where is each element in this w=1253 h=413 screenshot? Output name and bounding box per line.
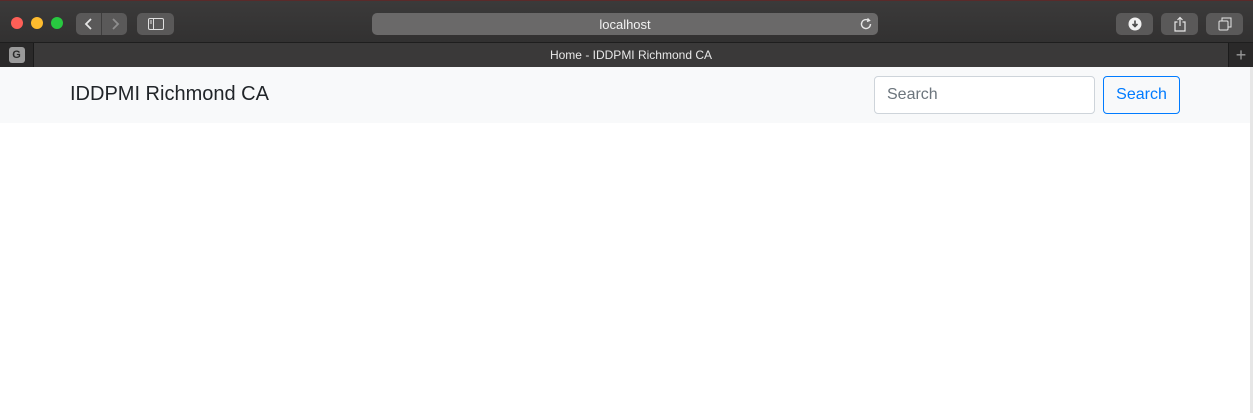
site-navbar: IDDPMI Richmond CA Search xyxy=(0,67,1253,123)
share-icon xyxy=(1173,16,1186,32)
share-button[interactable] xyxy=(1161,13,1198,35)
plus-icon: + xyxy=(1235,44,1247,65)
reload-icon[interactable] xyxy=(858,16,874,32)
close-window-button[interactable] xyxy=(11,17,23,29)
tab-title: Home - IDDPMI Richmond CA xyxy=(549,48,713,62)
sidebar-toggle-button[interactable] xyxy=(137,13,174,35)
download-icon xyxy=(1128,17,1141,31)
chevron-left-icon xyxy=(84,18,92,30)
pinned-tab-favicon: G xyxy=(8,47,25,63)
address-text: localhost xyxy=(599,16,651,32)
search-input[interactable] xyxy=(874,76,1095,114)
tabs-overview-icon xyxy=(1218,17,1231,31)
browser-titlebar: localhost xyxy=(0,0,1253,42)
address-bar[interactable]: localhost xyxy=(372,13,878,35)
tab-bar: G Home - IDDPMI Richmond CA + xyxy=(0,42,1253,67)
downloads-button[interactable] xyxy=(1116,13,1153,35)
tab-active[interactable]: Home - IDDPMI Richmond CA xyxy=(34,43,1229,67)
navbar-brand[interactable]: IDDPMI Richmond CA xyxy=(70,83,269,106)
zoom-window-button[interactable] xyxy=(51,17,63,29)
search-button[interactable]: Search xyxy=(1103,76,1180,114)
forward-button[interactable] xyxy=(102,13,127,35)
minimize-window-button[interactable] xyxy=(31,17,43,29)
pinned-tab[interactable]: G xyxy=(0,43,34,67)
back-button[interactable] xyxy=(76,13,101,35)
tab-overview-button[interactable] xyxy=(1206,13,1243,35)
chevron-right-icon xyxy=(111,18,119,30)
new-tab-button[interactable]: + xyxy=(1229,43,1253,67)
sidebar-icon xyxy=(147,18,164,30)
back-forward-group xyxy=(76,13,127,35)
